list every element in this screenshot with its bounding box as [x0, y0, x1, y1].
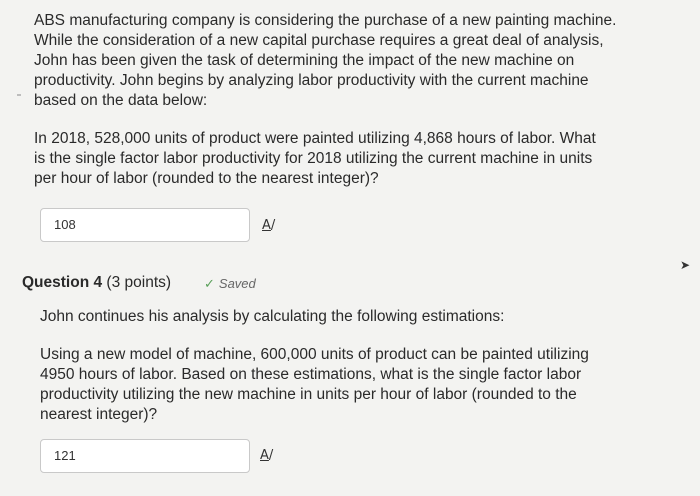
problem-intro: ABS manufacturing company is considering… [34, 11, 674, 111]
question3-line: is the single factor labor productivity … [34, 150, 593, 167]
question3-text: In 2018, 528,000 units of product were p… [34, 129, 674, 189]
question4-text: Using a new model of machine, 600,000 un… [40, 345, 640, 425]
question4-line: 4950 hours of labor. Based on these esti… [40, 366, 582, 383]
question4-line: productivity utilizing the new machine i… [40, 386, 577, 403]
intro-line: based on the data below: [34, 92, 208, 109]
question4-points: (3 points) [106, 274, 172, 291]
question4-line: Using a new model of machine, 600,000 un… [40, 346, 589, 363]
question4-answer-field[interactable]: 121 [40, 439, 250, 473]
intro-line: While the consideration of a new capital… [34, 32, 604, 49]
saved-label: Saved [218, 276, 256, 291]
spellcheck-icon[interactable]: A/ [260, 448, 273, 463]
check-icon: ✓ [204, 276, 215, 291]
question3-line: In 2018, 528,000 units of product were p… [34, 130, 596, 147]
saved-status: ✓ Saved [204, 276, 256, 292]
question4-line: nearest integer)? [40, 406, 158, 423]
question3-answer-value: 108 [54, 217, 76, 232]
side-marker [17, 94, 21, 96]
question4-intro: John continues his analysis by calculati… [40, 308, 505, 325]
question3-answer-field[interactable]: 108 [40, 208, 250, 242]
intro-line: John has been given the task of determin… [34, 52, 575, 69]
question3-line: per hour of labor (rounded to the neares… [34, 170, 379, 187]
question4-answer-value: 121 [54, 448, 76, 463]
intro-line: ABS manufacturing company is considering… [34, 12, 617, 29]
question4-heading: Question 4 (3 points) [22, 274, 171, 292]
question4-title: Question 4 [22, 274, 103, 291]
spellcheck-icon[interactable]: A/ [262, 218, 275, 233]
mouse-cursor-icon: ➤ [680, 258, 691, 272]
intro-line: productivity. John begins by analyzing l… [34, 72, 589, 89]
